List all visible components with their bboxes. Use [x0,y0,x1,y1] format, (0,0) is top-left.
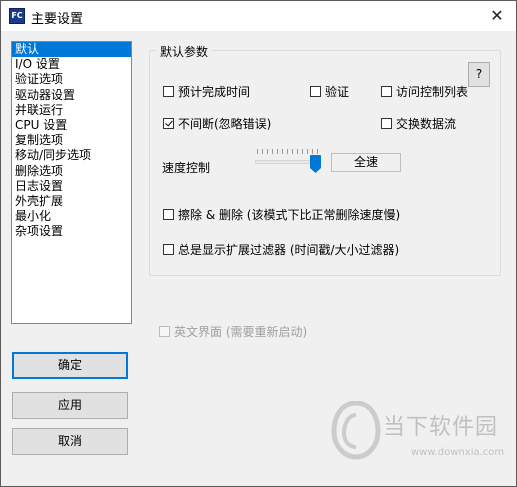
estimate-time-checkbox[interactable]: 预计完成时间 [163,83,250,100]
english-ui-checkbox: 英文界面 (需要重新启动) [159,323,307,340]
verify-label: 验证 [325,85,350,99]
close-button[interactable]: ✕ [486,5,508,27]
wipe-delete-checkbox[interactable]: 擦除 & 删除 (该模式下比正常删除速度慢) [163,206,400,223]
verify-checkbox[interactable]: 验证 [310,83,349,100]
checkbox-box[interactable] [310,86,321,97]
checkbox-box[interactable] [381,118,392,129]
ok-button[interactable]: 确定 [12,352,128,379]
slider-ticks [257,149,319,154]
nav-item-drive[interactable]: 驱动器设置 [12,88,131,103]
continue-on-error-checkbox[interactable]: 不间断(忽略错误) [163,115,271,132]
estimate-time-label: 预计完成时间 [178,85,251,99]
nav-item-shell[interactable]: 外壳扩展 [12,194,131,209]
help-button[interactable]: ? [468,62,490,87]
category-list[interactable]: 默认 I/O 设置 验证选项 驱动器设置 并联运行 CPU 设置 复制选项 移动… [11,41,132,324]
continue-on-error-label: 不间断(忽略错误) [178,117,272,131]
nav-item-misc[interactable]: 杂项设置 [12,224,131,239]
app-icon: FC [9,8,25,24]
nav-item-default[interactable]: 默认 [12,42,131,58]
exchange-stream-label: 交换数据流 [396,117,457,131]
nav-item-cpu[interactable]: CPU 设置 [12,118,131,133]
nav-item-minimize[interactable]: 最小化 [12,209,131,224]
cancel-button[interactable]: 取消 [12,428,128,455]
checkbox-box[interactable] [163,209,174,220]
speed-control-label: 速度控制 [162,161,211,175]
checkbox-box[interactable] [163,244,174,255]
english-ui-label: 英文界面 (需要重新启动) [174,325,308,339]
acl-label: 访问控制列表 [396,85,469,99]
checkbox-box[interactable] [163,118,174,129]
nav-item-move-sync[interactable]: 移动/同步选项 [12,148,131,163]
checkbox-box[interactable] [381,86,392,97]
speed-value-display: 全速 [331,153,401,172]
speed-slider[interactable] [255,147,321,173]
show-filters-label: 总是显示扩展过滤器 (时间戳/大小过滤器) [178,243,400,257]
checkbox-box [159,326,170,337]
title-bar: FC 主要设置 ✕ [1,1,516,31]
show-filters-checkbox[interactable]: 总是显示扩展过滤器 (时间戳/大小过滤器) [163,241,399,258]
nav-item-verify[interactable]: 验证选项 [12,72,131,87]
nav-item-parallel[interactable]: 并联运行 [12,103,131,118]
nav-item-copy[interactable]: 复制选项 [12,133,131,148]
exchange-stream-checkbox[interactable]: 交换数据流 [381,115,456,132]
nav-item-delete[interactable]: 删除选项 [12,164,131,179]
acl-checkbox[interactable]: 访问控制列表 [381,83,468,100]
wipe-delete-label: 擦除 & 删除 (该模式下比正常删除速度慢) [178,208,401,222]
apply-button[interactable]: 应用 [12,392,128,419]
nav-item-log[interactable]: 日志设置 [12,179,131,194]
watermark-url: www.downxia.com [411,447,505,458]
settings-dialog: FC 主要设置 ✕ 默认 I/O 设置 验证选项 驱动器设置 并联运行 CPU … [0,0,517,487]
slider-thumb[interactable] [310,155,321,173]
checkbox-box[interactable] [163,86,174,97]
watermark-text: 当下软件园 [383,415,499,440]
group-title: 默认参数 [157,43,212,60]
watermark-logo-icon [331,401,381,460]
window-title: 主要设置 [31,12,84,27]
nav-item-io[interactable]: I/O 设置 [12,57,131,72]
watermark: 当下软件园 www.downxia.com [331,401,511,471]
